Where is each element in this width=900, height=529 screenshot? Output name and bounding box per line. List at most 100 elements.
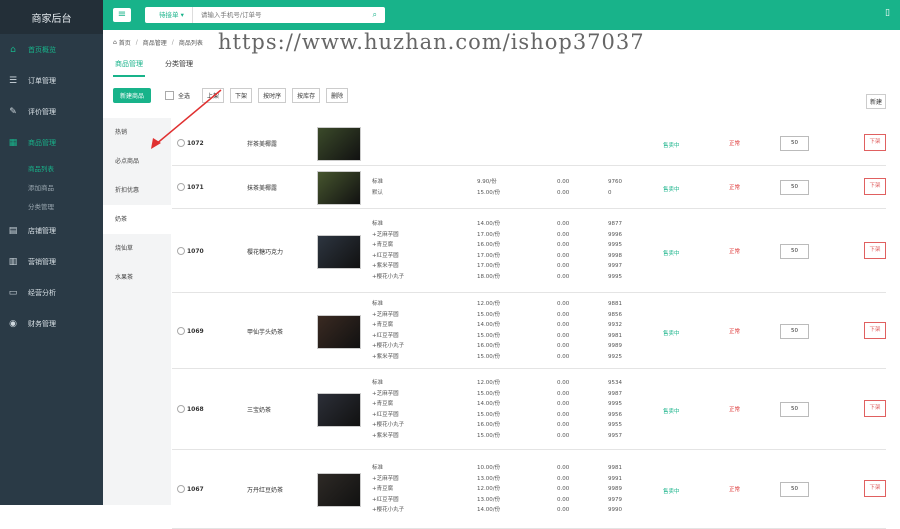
category-item[interactable]: 烧仙草 bbox=[103, 234, 171, 263]
nav-marketing[interactable]: ▥ 营销管理 bbox=[0, 246, 103, 277]
row-select[interactable]: 1068 bbox=[177, 405, 204, 413]
price-item: 9.90/份 bbox=[477, 179, 497, 185]
spec-item: +青豆腐 bbox=[372, 242, 394, 248]
off-shelf-row-button[interactable]: 下架 bbox=[864, 322, 886, 339]
row-select[interactable]: 1071 bbox=[177, 183, 204, 191]
stock-item: 9990 bbox=[608, 507, 622, 513]
price-item: 15.00/份 bbox=[477, 189, 501, 196]
row-select[interactable]: 1069 bbox=[177, 327, 204, 335]
monitor-icon: ▭ bbox=[8, 287, 18, 298]
member-price-item: 0.00 bbox=[557, 353, 570, 360]
phone-icon[interactable]: ▯ bbox=[885, 8, 890, 18]
table-row: 1069 甲仙芋头奶茶 标准 +芝麻芋圆 +青豆腐 +红豆芋圆 +樱花小丸子 +紫米芋圆 … bbox=[172, 293, 886, 369]
nav-analysis[interactable]: ▭ 经营分析 bbox=[0, 277, 103, 308]
sort-input[interactable]: 50 bbox=[780, 482, 809, 497]
member-price-item: 0.00 bbox=[557, 390, 570, 397]
stock-item: 9987 bbox=[608, 390, 622, 397]
nav-label: 财务管理 bbox=[28, 319, 56, 328]
off-shelf-row-button[interactable]: 下架 bbox=[864, 242, 886, 259]
sort-input[interactable]: 50 bbox=[780, 244, 809, 259]
product-name: 万丹红豆奶茶 bbox=[247, 487, 284, 494]
price-item: 18.00/份 bbox=[477, 273, 501, 280]
off-shelf-row-button[interactable]: 下架 bbox=[864, 480, 886, 497]
product-thumbnail bbox=[317, 235, 361, 269]
stock-item: 9979 bbox=[608, 496, 622, 503]
menu-toggle-icon[interactable]: ≡ bbox=[113, 8, 131, 22]
product-name: 三宝奶茶 bbox=[247, 407, 272, 414]
row-select[interactable]: 1070 bbox=[177, 247, 204, 255]
product-thumbnail bbox=[317, 127, 361, 161]
nav-shop[interactable]: ▤ 店铺管理 bbox=[0, 215, 103, 246]
price-item: 16.00/份 bbox=[477, 242, 501, 248]
state-badge: 正常 bbox=[729, 487, 741, 493]
off-shelf-row-button[interactable]: 下架 bbox=[864, 400, 886, 417]
search-box: 待接单 ▾ ⌕ bbox=[145, 7, 385, 23]
subnav-goods-list[interactable]: 商品列表 bbox=[0, 158, 103, 177]
product-name: 抹茶美椰露 bbox=[247, 185, 278, 192]
stock-item: 9997 bbox=[608, 263, 622, 269]
delete-button[interactable]: 删除 bbox=[326, 88, 349, 103]
stock-item: 9996 bbox=[608, 231, 622, 238]
price-list: 10.00/份 13.00/份 12.00/份 13.00/份 14.00/份 bbox=[477, 463, 500, 516]
sort-input[interactable]: 50 bbox=[780, 324, 809, 339]
stock-item: 9877 bbox=[608, 221, 622, 227]
spec-list: 标准 +芝麻芋圆 +青豆腐 +红豆芋圆 +樱花小丸子 bbox=[372, 463, 404, 516]
watermark: https://www.huzhan.com/ishop37037 bbox=[218, 30, 645, 54]
member-price-item: 0.00 bbox=[557, 263, 570, 269]
category-list: 热销 必点商品 折扣优惠 奶茶 烧仙草 水果茶 bbox=[103, 118, 171, 505]
subnav-category[interactable]: 分类管理 bbox=[0, 196, 103, 215]
member-price-item: 0.00 bbox=[557, 496, 570, 503]
stock-item: 9995 bbox=[608, 242, 622, 248]
price-item: 15.00/份 bbox=[477, 332, 501, 339]
stock-item: 9995 bbox=[608, 273, 622, 280]
nav-label: 店铺管理 bbox=[28, 226, 56, 235]
stock-list: 9760 0 bbox=[608, 177, 622, 198]
nav-home[interactable]: ⌂ 首页概览 bbox=[0, 34, 103, 65]
sort-input[interactable]: 50 bbox=[780, 136, 809, 151]
sort-input[interactable]: 50 bbox=[780, 402, 809, 417]
price-item: 15.00/份 bbox=[477, 353, 501, 360]
main-content: ⌂ 首页 / 商品管理 / 商品列表 https://www.huzhan.com/… bbox=[103, 30, 886, 529]
spec-list: 标准 默认 bbox=[372, 177, 383, 198]
spec-item: +青豆腐 bbox=[372, 401, 394, 407]
member-price-item: 0.00 bbox=[557, 179, 570, 185]
off-shelf-row-button[interactable]: 下架 bbox=[864, 178, 886, 195]
table-row: 1072 拌茶美椰露 售卖中 正常 50 下架 bbox=[172, 120, 886, 166]
row-select[interactable]: 1067 bbox=[177, 485, 204, 493]
nav-goods[interactable]: ▦ 商品管理 bbox=[0, 127, 103, 158]
topbar: ≡ 待接单 ▾ ⌕ ▯ bbox=[103, 0, 900, 30]
search-input[interactable] bbox=[192, 10, 353, 20]
category-item[interactable]: 奶茶 bbox=[103, 205, 171, 234]
product-id: 1072 bbox=[187, 139, 204, 147]
sort-stock-button[interactable]: 按库存 bbox=[292, 88, 321, 103]
price-item: 15.00/份 bbox=[477, 411, 501, 418]
stock-item: 9957 bbox=[608, 432, 622, 439]
search-icon[interactable]: ⌕ bbox=[373, 10, 377, 20]
order-icon: ☰ bbox=[8, 75, 18, 86]
member-price-item: 0.00 bbox=[557, 465, 570, 471]
category-item[interactable]: 水果茶 bbox=[103, 263, 171, 292]
price-item: 12.00/份 bbox=[477, 486, 501, 492]
stock-item: 9989 bbox=[608, 486, 622, 492]
finance-icon: ◉ bbox=[9, 318, 17, 329]
stock-item: 9925 bbox=[608, 353, 622, 360]
stock-item: 9881 bbox=[608, 301, 622, 307]
spec-item: +红豆芋圆 bbox=[372, 332, 399, 339]
nav-finance[interactable]: ◉ 财务管理 bbox=[0, 308, 103, 339]
nav-orders[interactable]: ☰ 订单管理 bbox=[0, 65, 103, 96]
member-price-item: 0.00 bbox=[557, 411, 570, 418]
category-item[interactable]: 折扣优惠 bbox=[103, 176, 171, 205]
off-shelf-row-button[interactable]: 下架 bbox=[864, 134, 886, 151]
state-badge: 正常 bbox=[729, 141, 741, 147]
member-price-item: 0.00 bbox=[557, 231, 570, 238]
row-select[interactable]: 1072 bbox=[177, 139, 204, 147]
search-filter-select[interactable]: 待接单 ▾ bbox=[145, 7, 193, 23]
subnav-add-goods[interactable]: 添加商品 bbox=[0, 177, 103, 196]
nav-reviews[interactable]: ✎ 评价管理 bbox=[0, 96, 103, 127]
stock-item: 9956 bbox=[608, 411, 622, 418]
new-right-button[interactable]: 新建 bbox=[865, 94, 886, 109]
product-id: 1071 bbox=[187, 183, 204, 191]
stock-list: 9877 9996 9995 9998 9997 9995 bbox=[608, 219, 622, 282]
member-price-item: 0.00 bbox=[557, 221, 570, 227]
sort-input[interactable]: 50 bbox=[780, 180, 809, 195]
